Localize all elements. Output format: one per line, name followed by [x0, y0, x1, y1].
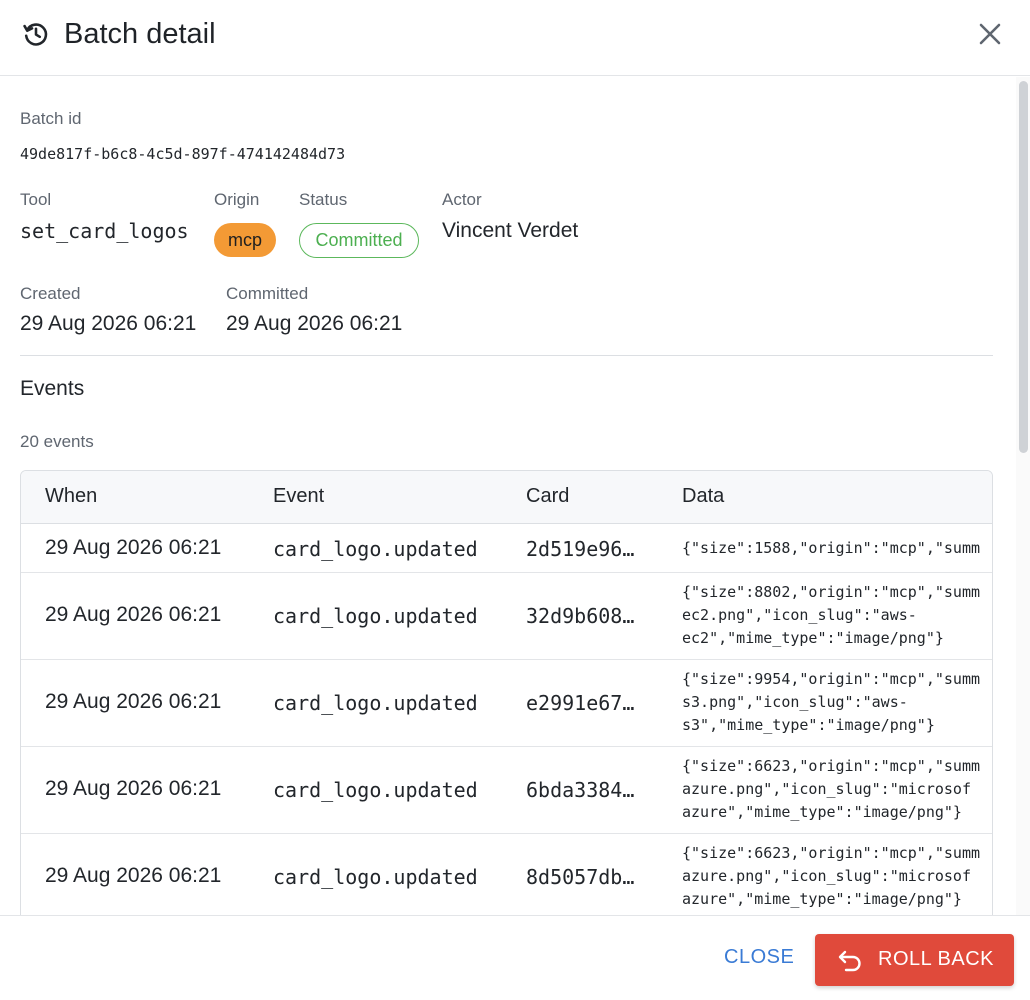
column-header-event[interactable]: Event [273, 485, 324, 508]
batch-id-value: 49de817f-b6c8-4c5d-897f-474142484d73 [20, 145, 346, 163]
column-header-data[interactable]: Data [682, 485, 724, 508]
history-icon [23, 23, 48, 46]
cell-when: 29 Aug 2026 06:21 [45, 777, 222, 800]
cell-card: 6bda3384… [526, 778, 635, 802]
cell-when: 29 Aug 2026 06:21 [45, 864, 222, 887]
committed-label: Committed [226, 284, 309, 303]
cell-event: card_logo.updated [273, 604, 478, 628]
table-header: When Event Card Data [21, 471, 992, 524]
table-row[interactable]: 29 Aug 2026 06:21 card_logo.updated 32d9… [21, 573, 992, 660]
batch-detail-dialog: Batch detail Batch id 49de817f-b6c8-4c5d… [0, 0, 1030, 1000]
table-row[interactable]: 29 Aug 2026 06:21 card_logo.updated 6bda… [21, 747, 992, 834]
cell-card: 8d5057db… [526, 865, 635, 889]
cell-event: card_logo.updated [273, 778, 478, 802]
created-value: 29 Aug 2026 06:21 [20, 312, 197, 335]
table-row[interactable]: 29 Aug 2026 06:21 card_logo.updated 8d50… [21, 834, 992, 915]
roll-back-button[interactable]: ROLL BACK [815, 934, 1014, 986]
dialog-body: Batch id 49de817f-b6c8-4c5d-897f-4741424… [0, 77, 1030, 915]
tool-label: Tool [20, 190, 52, 209]
cell-data: {"size":8802,"origin":"mcp","summ ec2.pn… [682, 583, 981, 647]
cell-event: card_logo.updated [273, 865, 478, 889]
batch-id-label: Batch id [20, 109, 82, 128]
close-icon[interactable] [974, 18, 1006, 50]
dialog-title: Batch detail [64, 18, 216, 50]
cell-card: 32d9b608… [526, 604, 635, 628]
cell-event: card_logo.updated [273, 691, 478, 715]
scrollbar-thumb[interactable] [1019, 81, 1028, 453]
table-row[interactable]: 29 Aug 2026 06:21 card_logo.updated 2d51… [21, 524, 992, 573]
status-badge: Committed [299, 223, 419, 258]
roll-back-label: ROLL BACK [878, 948, 995, 970]
section-divider [20, 355, 993, 356]
created-label: Created [20, 284, 81, 303]
cell-data: {"size":1588,"origin":"mcp","summ [682, 539, 981, 557]
cell-when: 29 Aug 2026 06:21 [45, 536, 222, 559]
actor-value: Vincent Verdet [442, 219, 579, 242]
tool-value: set_card_logos [20, 219, 189, 243]
table-row[interactable]: 29 Aug 2026 06:21 card_logo.updated e299… [21, 660, 992, 747]
column-header-card[interactable]: Card [526, 485, 569, 508]
status-label: Status [299, 190, 348, 209]
cell-card: e2991e67… [526, 691, 635, 715]
cell-event: card_logo.updated [273, 537, 478, 561]
events-table: When Event Card Data 29 Aug 2026 06:21 c… [20, 470, 993, 915]
cell-when: 29 Aug 2026 06:21 [45, 690, 222, 713]
committed-value: 29 Aug 2026 06:21 [226, 312, 403, 335]
actor-label: Actor [442, 190, 482, 209]
dialog-footer: CLOSE ROLL BACK [0, 915, 1030, 1000]
undo-icon [838, 950, 861, 972]
cell-data: {"size":6623,"origin":"mcp","summ azure.… [682, 844, 981, 908]
cell-data: {"size":6623,"origin":"mcp","summ azure.… [682, 757, 981, 821]
cell-data: {"size":9954,"origin":"mcp","summ s3.png… [682, 670, 981, 734]
events-count: 20 events [20, 432, 94, 451]
dialog-header: Batch detail [0, 0, 1030, 76]
events-section-title: Events [20, 377, 85, 400]
origin-label: Origin [214, 190, 260, 209]
cell-card: 2d519e96… [526, 537, 635, 561]
column-header-when[interactable]: When [45, 485, 97, 508]
close-button[interactable]: CLOSE [714, 944, 804, 971]
origin-badge: mcp [214, 223, 276, 257]
cell-when: 29 Aug 2026 06:21 [45, 603, 222, 626]
